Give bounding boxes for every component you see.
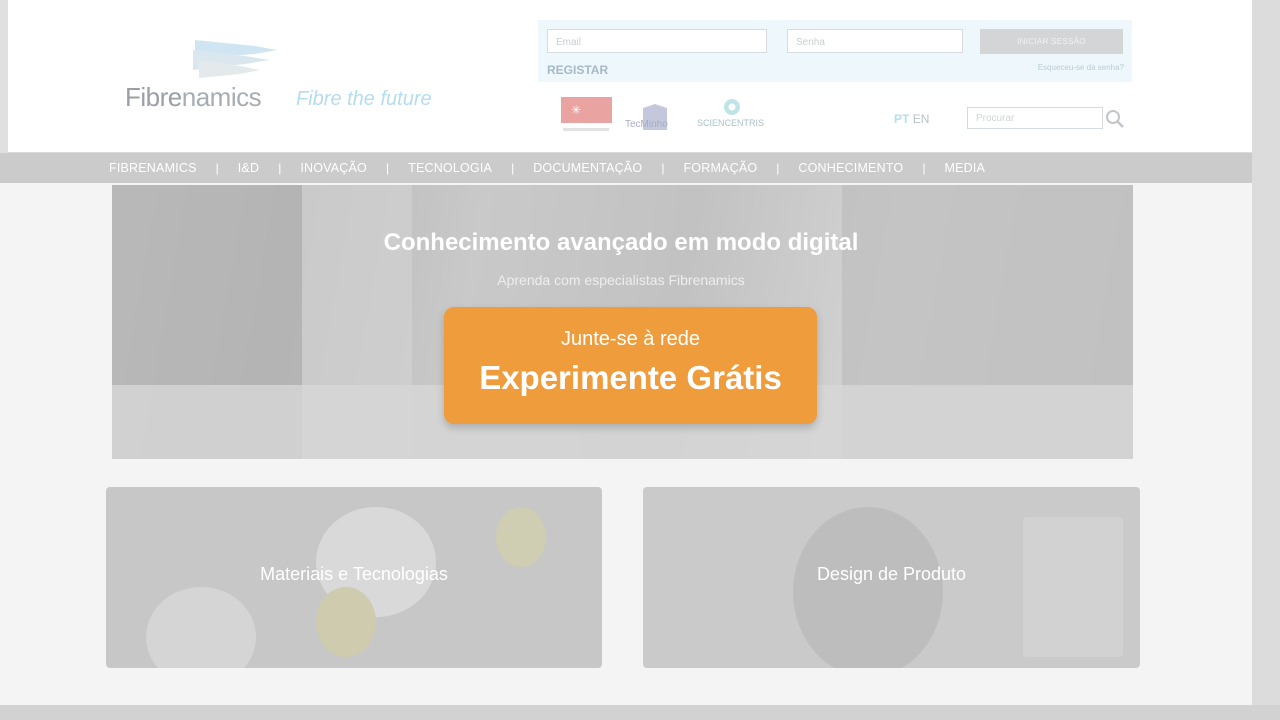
try-free-button[interactable]: Junte-se à rede Experimente Grátis [444, 307, 817, 424]
logo-prefix: Fibre [125, 82, 182, 112]
screen-frame-right [1248, 0, 1280, 720]
login-button[interactable]: INICIAR SESSÃO [980, 29, 1123, 54]
svg-text:✳: ✳ [571, 103, 581, 117]
card-background-shape [146, 587, 256, 668]
sciencentris-logo[interactable]: SCIENCENTRIS [697, 98, 769, 136]
nav-separator: | [776, 161, 780, 175]
login-panel: Email Senha INICIAR SESSÃO REGISTAR Esqu… [538, 20, 1132, 82]
nav-separator: | [385, 161, 390, 175]
language-en[interactable]: EN [913, 112, 930, 126]
cta-join-label: Junte-se à rede [561, 328, 700, 350]
nav-item-formacao[interactable]: FORMAÇÃO [683, 161, 757, 175]
register-link[interactable]: REGISTAR [547, 63, 608, 77]
nav-item-fibrenamics[interactable]: FIBRENAMICS [109, 161, 197, 175]
techminho-logo[interactable]: TecMinho [625, 104, 685, 134]
email-field[interactable]: Email [547, 29, 767, 53]
card-label: Design de Produto [816, 564, 967, 584]
nav-item-conhecimento[interactable]: CONHECIMENTO [798, 161, 903, 175]
uminho-logo-icon[interactable]: ✳ [561, 97, 613, 135]
cta-try-label: Experimente Grátis [479, 359, 782, 396]
nav-item-media[interactable]: MEDIA [944, 161, 985, 175]
hero-subtitle: Aprenda com especialistas Fibrenamics [497, 272, 745, 288]
nav-item-documentacao[interactable]: DOCUMENTAÇÃO [533, 161, 642, 175]
card-background-shape [316, 587, 376, 657]
language-switcher: PT EN [894, 112, 929, 126]
main-navigation: FIBRENAMICS | I&D | INOVAÇÃO | TECNOLOGI… [0, 153, 1252, 183]
nav-item-tecnologia[interactable]: TECNOLOGIA [408, 161, 492, 175]
site-logo[interactable]: Fibrenamics [125, 82, 262, 113]
search-icon[interactable] [1105, 109, 1125, 129]
sciencentris-label: SCIENCENTRIS [697, 118, 765, 128]
nav-item-id[interactable]: I&D [238, 161, 259, 175]
card-background-shape [793, 507, 943, 668]
card-materiais-tecnologias[interactable]: Materiais e Tecnologias [106, 487, 602, 668]
sciencentris-circle-icon [724, 99, 740, 115]
logo-suffix: namics [181, 82, 262, 112]
nav-separator: | [922, 161, 926, 175]
card-background-shape [1023, 517, 1123, 657]
card-design-produto[interactable]: Design de Produto [643, 487, 1140, 668]
nav-separator: | [661, 161, 665, 175]
language-pt[interactable]: PT [894, 112, 909, 126]
techminho-label: TecMinho [625, 119, 668, 130]
card-label: Materiais e Tecnologias [260, 564, 448, 584]
password-field[interactable]: Senha [787, 29, 963, 53]
screen-frame-bottom [0, 705, 1280, 720]
hero-title: Conhecimento avançado em modo digital [383, 229, 859, 256]
logo-tagline: Fibre the future [296, 88, 432, 110]
forgot-password-link[interactable]: Esqueceu-se da senha? [1038, 63, 1124, 72]
nav-item-inovacao[interactable]: INOVAÇÃO [300, 161, 367, 175]
nav-separator: | [511, 161, 515, 175]
nav-separator: | [215, 161, 219, 175]
fibre-logo-graphic-icon [193, 40, 277, 78]
nav-separator: | [278, 161, 282, 175]
search-input[interactable]: Procurar [967, 107, 1103, 129]
card-background-shape [496, 507, 546, 567]
